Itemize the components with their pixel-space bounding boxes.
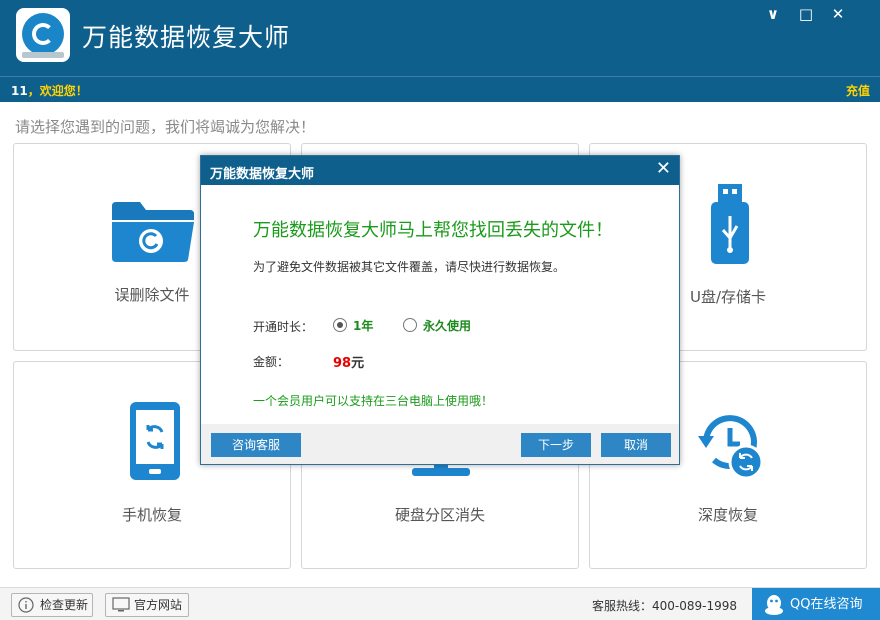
- greeting: ，欢迎您！: [27, 84, 88, 98]
- dialog-header: 万能数据恢复大师 ✕: [201, 156, 679, 185]
- welcome-bar: 11，欢迎您！ 充值: [0, 76, 880, 102]
- hotline-text: 客服热线：400-089-1998: [592, 599, 738, 613]
- qq-penguin-icon: [765, 595, 783, 615]
- check-update-button[interactable]: 检查更新: [11, 593, 93, 617]
- close-icon[interactable]: ✕: [826, 4, 850, 24]
- option-permanent-label[interactable]: 永久使用: [423, 317, 471, 334]
- clock-restore-icon: [698, 415, 764, 480]
- card-label: 深度恢复: [697, 506, 758, 524]
- footer-bar: 检查更新 官方网站 客服热线：400-089-1998 QQ在线咨询: [0, 587, 880, 620]
- usb-drive-icon: [711, 184, 749, 264]
- qq-consult-label: QQ在线咨询: [790, 597, 863, 612]
- welcome-text: 11，欢迎您！: [11, 82, 88, 99]
- vip-dialog: 万能数据恢复大师 ✕ 万能数据恢复大师马上帮您找回丢失的文件！ 为了避免文件数据…: [200, 155, 680, 465]
- consult-service-button[interactable]: 咨询客服: [211, 433, 301, 457]
- dialog-headline: 万能数据恢复大师马上帮您找回丢失的文件！: [253, 220, 613, 241]
- card-label: 硬盘分区消失: [394, 506, 485, 524]
- radio-permanent[interactable]: [403, 318, 417, 332]
- card-label: 手机恢复: [121, 506, 182, 524]
- monitor-icon: [112, 597, 130, 612]
- folder-restore-icon: [112, 202, 194, 262]
- phone-restore-icon: [130, 402, 180, 480]
- page-prompt: 请选择您遇到的问题，我们将竭诚为您解决！: [15, 118, 316, 136]
- qq-consult-button[interactable]: QQ在线咨询: [752, 588, 880, 620]
- price-number: 98: [333, 356, 352, 371]
- cancel-button[interactable]: 取消: [601, 433, 671, 457]
- app-logo: [16, 8, 70, 62]
- info-icon: [18, 597, 34, 613]
- app-title: 万能数据恢复大师: [82, 23, 291, 52]
- recharge-link[interactable]: 充值: [846, 82, 870, 99]
- duration-label: 开通时长：: [253, 320, 314, 334]
- maximize-icon[interactable]: □: [794, 4, 818, 24]
- radio-1-year[interactable]: [333, 318, 347, 332]
- official-site-button[interactable]: 官方网站: [105, 593, 189, 617]
- amount-label: 金额：: [253, 355, 290, 369]
- dialog-close-icon[interactable]: ✕: [656, 159, 671, 179]
- dialog-tip: 一个会员用户可以支持在三台电脑上使用哦！: [253, 394, 494, 408]
- price-value: 98元: [333, 352, 364, 371]
- username: 11: [11, 84, 28, 98]
- minimize-icon[interactable]: ∨: [761, 4, 785, 24]
- dialog-footer: 咨询客服 下一步 取消: [201, 424, 679, 464]
- next-step-button[interactable]: 下一步: [521, 433, 591, 457]
- check-update-label: 检查更新: [40, 598, 89, 612]
- dialog-note: 为了避免文件数据被其它文件覆盖，请尽快进行数据恢复。: [253, 260, 566, 274]
- dialog-title: 万能数据恢复大师: [210, 167, 315, 182]
- price-unit: 元: [351, 356, 365, 371]
- option-1-year-label[interactable]: 1年: [353, 317, 373, 334]
- official-site-label: 官方网站: [134, 598, 183, 612]
- title-bar: 万能数据恢复大师 ∨ □ ✕: [0, 0, 880, 76]
